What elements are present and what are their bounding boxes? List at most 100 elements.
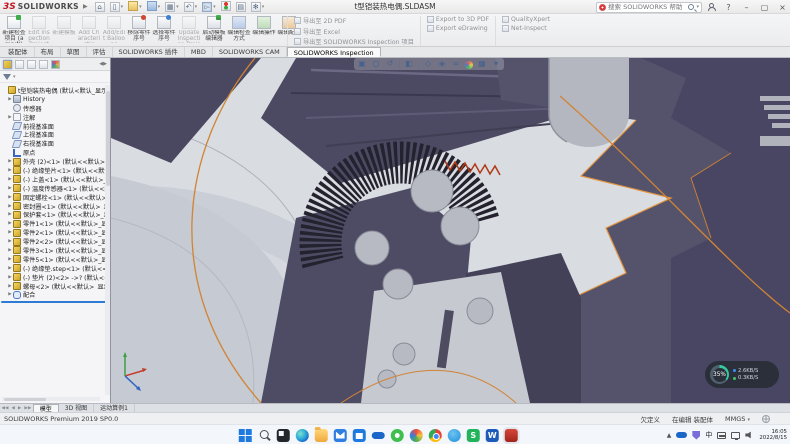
dimxpert-manager-tab[interactable] xyxy=(39,60,48,69)
ribbon-tab[interactable]: 评估 xyxy=(87,47,113,57)
tree-item[interactable]: ▶ (-) 上盖<1> (默认<<默认>_显示状态 xyxy=(2,175,110,184)
edit-appearance-icon[interactable] xyxy=(465,61,473,69)
tree-item[interactable]: ▶ (-) 绝缘垫.step<1> (默认<<默认> xyxy=(2,264,110,273)
tree-item[interactable]: 上视基准面 xyxy=(2,130,110,139)
qat-button[interactable] xyxy=(183,1,199,13)
solidworks-logo[interactable]: 3S SOLIDWORKS xyxy=(3,2,79,12)
tab-scroll-last-icon[interactable]: ▶▶ xyxy=(23,406,33,411)
tree-item[interactable]: ▶ (-) 垫片 (2)<2> ->? (默认<<默认> xyxy=(2,273,110,282)
view-settings-icon[interactable]: ▾ xyxy=(491,59,501,69)
ribbon-tab[interactable]: 布局 xyxy=(35,47,61,57)
feature-manager-tab[interactable] xyxy=(3,60,12,69)
tree-item[interactable]: ▶ 注解 xyxy=(2,113,110,122)
tree-item[interactable]: 传感器 xyxy=(2,104,110,113)
ribbon-button[interactable]: 启动模板编辑器 xyxy=(202,15,226,45)
menu-flyout-arrow-icon[interactable]: ▶ xyxy=(83,3,88,10)
ribbon-tab[interactable]: 草图 xyxy=(61,47,87,57)
qat-button[interactable] xyxy=(201,1,217,13)
taskbar-app-icon[interactable] xyxy=(372,429,385,442)
tree-item[interactable]: 原点 xyxy=(2,148,110,157)
zoom-fit-icon[interactable]: ▣ xyxy=(357,59,367,69)
ribbon-button[interactable]: 新建检查项目 (amp;N) xyxy=(2,15,26,45)
security-shield-icon[interactable] xyxy=(692,431,700,440)
export-menu-item[interactable]: QualityXpert xyxy=(502,16,550,23)
ribbon-tab[interactable]: 装配体 xyxy=(2,47,35,57)
restore-button[interactable]: ▢ xyxy=(759,3,770,12)
tree-item[interactable]: ▶ (-) 温度传感器<1> (默认<<默认>_显 xyxy=(2,184,110,193)
qat-button[interactable] xyxy=(146,1,162,13)
display-style-icon[interactable]: ◈ xyxy=(437,59,447,69)
ribbon-button[interactable]: Add Characteristic xyxy=(77,15,101,45)
display-tray-icon[interactable] xyxy=(731,432,740,439)
taskbar-app-icon[interactable] xyxy=(353,429,366,442)
configuration-manager-tab[interactable] xyxy=(27,60,36,69)
search-dropdown-icon[interactable]: ▾ xyxy=(696,4,699,10)
graphics-viewport[interactable]: ▣ ○ ↺ ◧ ◇ ◈ ∞ ▦ ▾ 35% 2.6KB xyxy=(111,58,790,403)
taskbar-app-icon[interactable] xyxy=(391,429,404,442)
search-input[interactable] xyxy=(608,3,688,11)
taskbar-app-icon[interactable] xyxy=(505,429,518,442)
taskbar-app-icon[interactable] xyxy=(448,429,461,442)
tree-item[interactable]: ▶ 零件1<1> (默认<<默认>_显示状态 xyxy=(2,219,110,228)
ribbon-button[interactable]: Edit Inspection Project xyxy=(27,15,51,45)
apply-scene-icon[interactable]: ▦ xyxy=(477,59,487,69)
tree-item[interactable]: ▶ 密封圈<1> (默认<<默认>_显示状态 xyxy=(2,202,110,211)
filter-dropdown-icon[interactable]: ▾ xyxy=(13,74,16,80)
tab-scroll-first-icon[interactable]: ◀◀ xyxy=(0,406,10,411)
previous-view-icon[interactable]: ↺ xyxy=(385,59,395,69)
clock[interactable]: 16:05 2022/8/15 xyxy=(759,429,787,442)
taskbar-app-icon[interactable] xyxy=(486,429,499,442)
taskbar-app-icon[interactable] xyxy=(277,429,290,442)
view-orientation-icon[interactable]: ◇ xyxy=(423,59,433,69)
ime-indicator[interactable]: 中 xyxy=(705,430,712,440)
qat-button[interactable] xyxy=(220,1,232,13)
onedrive-tray-icon[interactable] xyxy=(676,432,687,438)
taskbar-app-icon[interactable] xyxy=(429,429,442,442)
export-menu-item[interactable]: 导出至 SOLIDWORKS Inspection 项目 xyxy=(294,37,414,46)
taskbar-app-icon[interactable] xyxy=(258,429,271,442)
tree-item[interactable]: ▶ History xyxy=(2,95,110,104)
ribbon-button[interactable]: 编辑检查方式 xyxy=(227,15,251,45)
hide-show-items-icon[interactable]: ∞ xyxy=(451,59,461,69)
ribbon-tab[interactable]: SOLIDWORKS 插件 xyxy=(113,47,185,57)
export-menu-item[interactable]: Net-Inspect xyxy=(502,25,550,32)
volume-icon[interactable] xyxy=(745,431,754,439)
export-menu-item[interactable]: Export to 3D PDF xyxy=(427,16,489,23)
ribbon-button[interactable]: 选择零件序号 xyxy=(152,15,176,45)
ribbon-button[interactable]: 新建模板 xyxy=(52,15,76,45)
taskbar-app-icon[interactable] xyxy=(315,429,328,442)
property-manager-tab[interactable] xyxy=(15,60,24,69)
qat-button[interactable] xyxy=(250,1,266,13)
panel-vertical-scrollbar[interactable] xyxy=(105,85,110,395)
zoom-area-icon[interactable]: ○ xyxy=(371,59,381,69)
tree-item[interactable]: ▶ (-) 绝缘垫片<1> (默认<<默认>_显示 xyxy=(2,166,110,175)
export-menu-item[interactable]: Export eDrawing xyxy=(427,25,489,32)
ribbon-tab[interactable]: SOLIDWORKS CAM xyxy=(213,47,287,57)
3d-model-canvas[interactable] xyxy=(111,58,790,403)
tree-item[interactable]: ▶ 保护套<1> (默认<<默认>_显示状态 xyxy=(2,210,110,219)
tree-item[interactable]: 前视基准面 xyxy=(2,122,110,131)
export-menu-item[interactable]: 导出至 2D PDF xyxy=(294,16,414,25)
ribbon-button[interactable]: 编辑操作 xyxy=(252,15,276,45)
tree-item[interactable]: ▶ 零件2<1> (默认<<默认>_显示状态 xyxy=(2,228,110,237)
performance-widget[interactable]: 35% 2.6KB/S 0.3KB/S xyxy=(705,361,779,388)
tree-item[interactable]: ▶ 零件5<1> (默认<<默认>_显示状态 xyxy=(2,255,110,264)
qat-button[interactable] xyxy=(109,1,125,13)
login-button[interactable] xyxy=(705,3,716,12)
qat-button[interactable] xyxy=(94,1,106,13)
qat-button[interactable] xyxy=(164,1,180,13)
qat-button[interactable] xyxy=(127,1,143,13)
panel-tab-overflow-icon[interactable]: ◀▶ xyxy=(99,61,107,67)
rollback-bar[interactable] xyxy=(1,301,109,303)
taskbar-app-icon[interactable] xyxy=(410,429,423,442)
tree-item[interactable]: 右视基准面 xyxy=(2,139,110,148)
tree-item[interactable]: ▶ 螺母<2> (默认<<默认>_显示状态 xyxy=(2,282,110,291)
tree-item[interactable]: ▶ 固定螺栓<1> (默认<<默认>_显示状 xyxy=(2,193,110,202)
export-menu-item[interactable]: 导出至 Excel xyxy=(294,27,414,36)
units-selector[interactable]: MMGS ▾ xyxy=(725,415,750,423)
ribbon-button[interactable]: Update Inspection Project xyxy=(177,15,201,45)
search-box[interactable]: ▾ xyxy=(596,2,702,13)
panel-horizontal-scrollbar[interactable] xyxy=(2,397,100,401)
tray-overflow-icon[interactable]: ▲ xyxy=(667,432,672,439)
tree-item[interactable]: ▶ 零件3<1> (默认<<默认>_显示状态 xyxy=(2,246,110,255)
